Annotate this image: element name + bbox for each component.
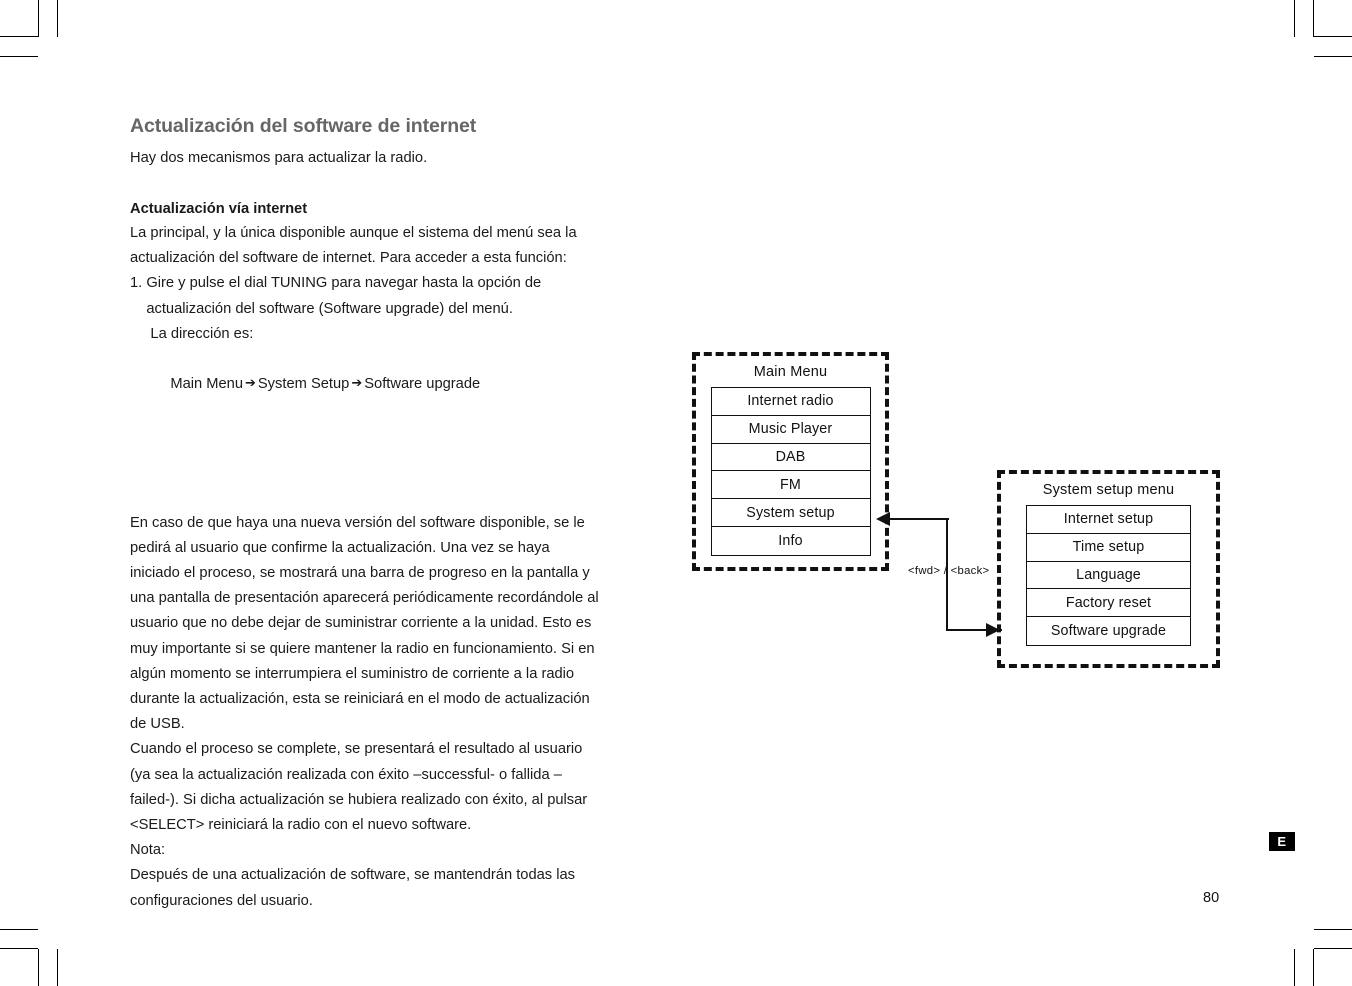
crop-mark [0, 948, 38, 949]
body-line: Nota: [130, 842, 166, 859]
body-line: muy importante si se quiere mantener la … [130, 640, 595, 657]
main-menu-item-system-setup[interactable]: System setup [711, 499, 870, 527]
crop-mark [38, 949, 39, 986]
body-line: de USB. [130, 716, 185, 733]
language-badge: E [1269, 832, 1295, 851]
arrow-left-icon [876, 512, 890, 526]
system-setup-item-factory-reset[interactable]: Factory reset [1027, 589, 1190, 618]
body-line: iniciado el proceso, se mostrará una bar… [130, 564, 590, 581]
main-menu-item-music-player[interactable]: Music Player [711, 416, 870, 444]
body-line: una pantalla de presentación aparecerá p… [130, 590, 599, 607]
crop-mark [1314, 948, 1352, 949]
main-menu-item-info[interactable]: Info [712, 527, 870, 555]
crop-mark [57, 949, 58, 986]
crop-mark [0, 929, 38, 930]
crop-mark [1314, 929, 1352, 930]
text-column: Actualización del software de internet H… [130, 114, 670, 914]
connector-segment [889, 518, 949, 521]
body-line: algún momento se interrumpiera el sumini… [130, 665, 575, 682]
intro-line: La dirección es: [130, 325, 254, 342]
system-setup-menu-list: Internet setup Time setup Language Facto… [1026, 505, 1191, 646]
crop-mark [1313, 949, 1314, 986]
arrow-right-icon [986, 623, 1000, 637]
page-title: Actualización del software de internet [130, 115, 477, 137]
menu-path-line: Main Menu ➔ System Setup ➔ Software upgrade [130, 347, 670, 423]
body-line: durante la actualización, esta se reinic… [130, 690, 590, 707]
body-line: Después de una actualización de software… [130, 867, 575, 884]
lead-paragraph: Hay dos mecanismos para actualizar la ra… [130, 150, 428, 167]
crop-mark [0, 56, 38, 57]
main-menu-list: Internet radio Music Player DAB FM Syste… [710, 387, 871, 556]
body-line: configuraciones del usuario. [130, 892, 313, 909]
arrow-right-icon: ➔ [244, 376, 256, 392]
intro-line: actualización del software de internet. … [130, 250, 567, 267]
page-number: 80 [1203, 890, 1220, 906]
crop-mark [1313, 0, 1314, 37]
intro-line: 1. Gire y pulse el dial TUNING para nave… [130, 275, 542, 292]
system-setup-item-language[interactable]: Language [1027, 562, 1190, 590]
section-subheading: Actualización vía internet [130, 201, 308, 218]
menu-path-step-3: Software upgrade [364, 376, 481, 393]
crop-mark [0, 36, 38, 37]
menu-path-step-1: Main Menu [170, 376, 243, 393]
main-menu-item-internet-radio[interactable]: Internet radio [711, 388, 870, 416]
system-setup-item-time-setup[interactable]: Time setup [1027, 534, 1190, 562]
system-setup-menu-box: System setup menu Internet setup Time se… [997, 470, 1220, 668]
crop-mark [38, 0, 39, 37]
body-line: En caso de que haya una nueva versión de… [130, 514, 585, 531]
arrow-right-icon: ➔ [351, 376, 363, 392]
system-setup-item-software-upgrade[interactable]: Software upgrade [1027, 617, 1190, 645]
crop-mark [1294, 0, 1295, 37]
body-line: <SELECT> reiniciará la radio con el nuev… [130, 817, 472, 833]
intro-line: actualización del software (Software upg… [130, 300, 513, 317]
main-menu-item-fm[interactable]: FM [711, 471, 870, 500]
body-line: (ya sea la actualización realizada con é… [130, 766, 562, 783]
main-menu-title: Main Menu [753, 364, 828, 380]
main-menu-item-dab[interactable]: DAB [711, 444, 870, 472]
body-line: usuario que no debe dejar de suministrar… [130, 615, 592, 632]
system-setup-item-internet-setup[interactable]: Internet setup [1027, 506, 1190, 534]
menu-path-step-2: System Setup [257, 376, 350, 393]
body-line: pedirá al usuario que confirme la actual… [130, 539, 550, 556]
intro-line: La principal, y la única disponible aunq… [130, 224, 577, 241]
connector-label: <fwd> / <back> [908, 565, 990, 577]
body-line: Cuando el proceso se complete, se presen… [130, 741, 583, 758]
crop-mark [1314, 56, 1352, 57]
main-menu-box: Main Menu Internet radio Music Player DA… [692, 352, 889, 571]
system-setup-menu-title: System setup menu [1042, 482, 1175, 498]
crop-mark [1294, 949, 1295, 986]
crop-mark [1314, 36, 1352, 37]
body-line: failed-). Si dicha actualización se hubi… [130, 791, 588, 808]
crop-mark [57, 0, 58, 37]
